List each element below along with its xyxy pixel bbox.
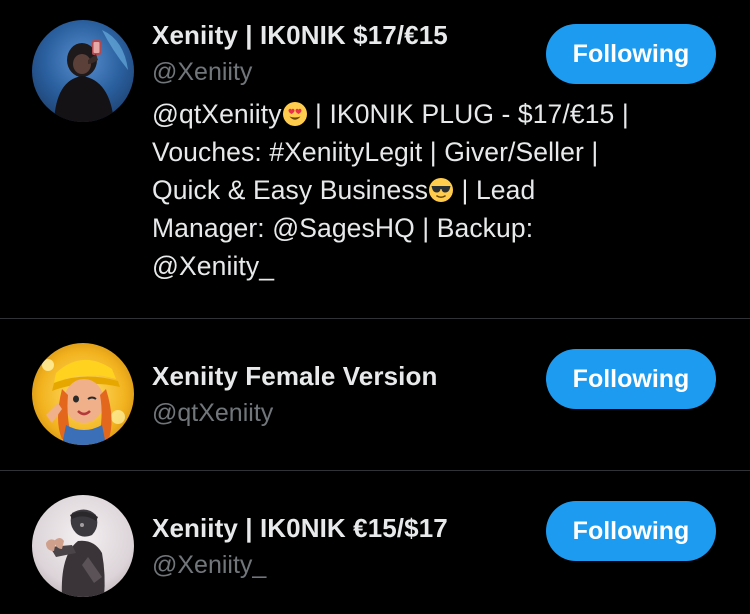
user-row[interactable]: Xeniity | IK0NIK $17/€15 @Xeniity Follow…	[0, 0, 750, 318]
following-button[interactable]: Following	[546, 24, 716, 84]
bio-text: Manager: @SagesHQ | Backup:	[152, 213, 534, 243]
bio-text: Quick & Easy Business	[152, 175, 429, 205]
avatar-character-yellow-cap-icon	[32, 343, 134, 445]
user-row[interactable]: Xeniity Female Version @qtXeniity Follow…	[0, 319, 750, 470]
avatar[interactable]	[32, 495, 134, 597]
following-button[interactable]: Following	[546, 349, 716, 409]
user-handle: @Xeniity_	[152, 551, 267, 579]
heart-eyes-emoji-icon	[282, 101, 308, 127]
avatar[interactable]	[32, 343, 134, 445]
following-button[interactable]: Following	[546, 501, 716, 561]
bio-text: Vouches: #XeniityLegit | Giver/Seller |	[152, 137, 599, 167]
user-row[interactable]: Xeniity | IK0NIK €15/$17 @Xeniity_ Follo…	[0, 471, 750, 614]
display-name: Xeniity | IK0NIK $17/€15	[152, 20, 448, 50]
bio-mention[interactable]: @qtXeniity	[152, 99, 282, 129]
avatar-hooded-selfie-icon	[32, 20, 134, 122]
bio-text: | IK0NIK PLUG - $17/€15 |	[307, 99, 629, 129]
bio-mention[interactable]: @Xeniity_	[152, 247, 712, 285]
avatar-dark-figure-icon	[32, 495, 134, 597]
bio-text: | Lead	[454, 175, 536, 205]
sunglasses-emoji-icon	[428, 177, 454, 203]
following-list: Xeniity | IK0NIK $17/€15 @Xeniity Follow…	[0, 0, 750, 614]
display-name: Xeniity Female Version	[152, 361, 438, 391]
avatar[interactable]	[32, 20, 134, 122]
user-handle: @qtXeniity	[152, 399, 274, 427]
display-name: Xeniity | IK0NIK €15/$17	[152, 513, 448, 543]
user-bio: @qtXeniity | IK0NIK PLUG - $17/€15 | Vou…	[152, 95, 712, 285]
user-handle: @Xeniity	[152, 58, 253, 86]
